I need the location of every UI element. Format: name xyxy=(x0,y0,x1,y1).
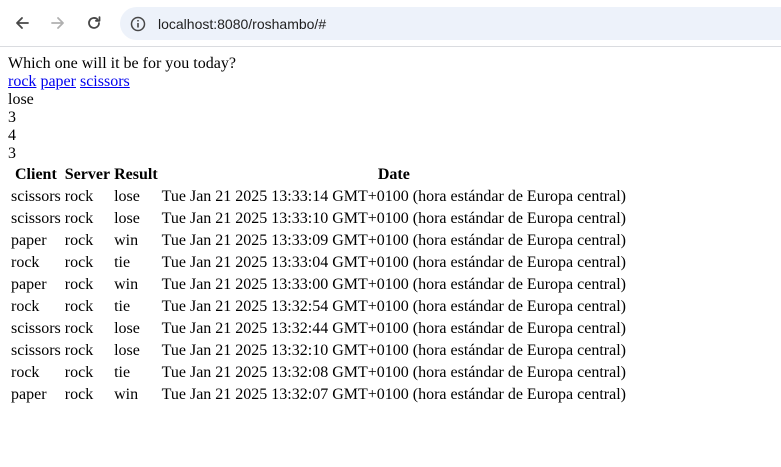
header-client: Client xyxy=(15,166,57,183)
reload-icon xyxy=(88,16,101,29)
header-server: Server xyxy=(64,166,111,183)
choice-paper-link[interactable]: paper xyxy=(40,73,76,90)
table-row: scissors rock lose Tue Jan 21 2025 13:32:44… xyxy=(10,319,627,339)
date-cell: Tue Jan 21 2025 13:32:10 GMT+0100 (hora … xyxy=(161,342,626,359)
table-row: scissors rock lose Tue Jan 21 2025 13:33:14… xyxy=(10,187,627,207)
date-cell: Tue Jan 21 2025 13:32:08 GMT+0100 (hora … xyxy=(161,364,626,381)
choices: rock paper scissors xyxy=(8,73,773,91)
result-cell: tie xyxy=(114,254,131,271)
date-cell: Tue Jan 21 2025 13:32:07 GMT+0100 (hora … xyxy=(161,386,626,403)
server-cell: rock xyxy=(64,320,94,337)
result-cell: win xyxy=(114,386,139,403)
client-cell: scissors xyxy=(11,210,61,227)
result-cell: tie xyxy=(114,364,131,381)
server-cell: rock xyxy=(64,386,94,403)
client-cell: rock xyxy=(11,298,40,315)
table-row: paper rock win Tue Jan 21 2025 13:33:00 GMT… xyxy=(10,275,627,295)
address-bar[interactable]: localhost:8080/roshambo/# xyxy=(120,7,781,40)
result-cell: lose xyxy=(114,210,140,227)
server-cell: rock xyxy=(64,210,94,227)
table-row: paper rock win Tue Jan 21 2025 13:32:07 GMT… xyxy=(10,385,627,405)
table-row: rock rock tie Tue Jan 21 2025 13:33:04 GMT+… xyxy=(10,253,627,273)
prompt-text: Which one will it be for you today? xyxy=(8,55,236,72)
table-row: scissors rock lose Tue Jan 21 2025 13:33:10… xyxy=(10,209,627,229)
server-cell: rock xyxy=(64,342,94,359)
history-body: scissors rock lose Tue Jan 21 2025 13:33:14… xyxy=(10,187,627,405)
back-button[interactable] xyxy=(8,9,36,37)
url-text[interactable]: localhost:8080/roshambo/# xyxy=(158,16,326,32)
result-cell: win xyxy=(114,232,139,249)
count-2: 4 xyxy=(8,127,16,144)
date-cell: Tue Jan 21 2025 13:33:09 GMT+0100 (hora … xyxy=(161,232,626,249)
reload-button[interactable] xyxy=(80,9,108,37)
date-cell: Tue Jan 21 2025 13:32:44 GMT+0100 (hora … xyxy=(161,320,626,337)
table-row: paper rock win Tue Jan 21 2025 13:33:09 GMT… xyxy=(10,231,627,251)
date-cell: Tue Jan 21 2025 13:33:00 GMT+0100 (hora … xyxy=(161,276,626,293)
count-1: 3 xyxy=(8,109,16,126)
client-cell: rock xyxy=(11,254,40,271)
last-result: lose xyxy=(8,91,34,108)
result-cell: win xyxy=(114,276,139,293)
date-cell: Tue Jan 21 2025 13:33:14 GMT+0100 (hora … xyxy=(161,188,626,205)
client-cell: scissors xyxy=(11,188,61,205)
server-cell: rock xyxy=(64,276,94,293)
arrow-left-icon xyxy=(16,17,29,29)
history-table: Client Server Result Date scissors rock lo… xyxy=(8,163,629,407)
client-cell: scissors xyxy=(11,320,61,337)
header-result: Result xyxy=(114,166,158,183)
choice-rock-link[interactable]: rock xyxy=(8,73,36,90)
table-row: rock rock tie Tue Jan 21 2025 13:32:08 GMT+… xyxy=(10,363,627,383)
client-cell: paper xyxy=(11,386,47,403)
date-cell: Tue Jan 21 2025 13:32:54 GMT+0100 (hora … xyxy=(161,298,626,315)
result-cell: tie xyxy=(114,298,131,315)
result-cell: lose xyxy=(114,188,140,205)
date-cell: Tue Jan 21 2025 13:33:04 GMT+0100 (hora … xyxy=(161,254,626,271)
server-cell: rock xyxy=(64,364,94,381)
choice-scissors-link[interactable]: scissors xyxy=(80,73,130,90)
client-cell: scissors xyxy=(11,342,61,359)
table-header-row: Client Server Result Date xyxy=(10,165,627,185)
arrow-right-icon xyxy=(51,17,64,29)
page-content: Which one will it be for you today? rock… xyxy=(0,47,781,415)
client-cell: paper xyxy=(11,232,47,249)
result-cell: lose xyxy=(114,342,140,359)
server-cell: rock xyxy=(64,188,94,205)
date-cell: Tue Jan 21 2025 13:33:10 GMT+0100 (hora … xyxy=(161,210,626,227)
header-date: Date xyxy=(377,166,410,183)
count-3: 3 xyxy=(8,145,16,162)
result-cell: lose xyxy=(114,320,140,337)
client-cell: paper xyxy=(11,276,47,293)
table-row: scissors rock lose Tue Jan 21 2025 13:32:10… xyxy=(10,341,627,361)
server-cell: rock xyxy=(64,232,94,249)
server-cell: rock xyxy=(64,254,94,271)
client-cell: rock xyxy=(11,364,40,381)
browser-toolbar: localhost:8080/roshambo/# xyxy=(0,0,781,47)
table-row: rock rock tie Tue Jan 21 2025 13:32:54 GMT+… xyxy=(10,297,627,317)
site-info-icon[interactable] xyxy=(130,16,146,32)
server-cell: rock xyxy=(64,298,94,315)
forward-button[interactable] xyxy=(44,9,72,37)
